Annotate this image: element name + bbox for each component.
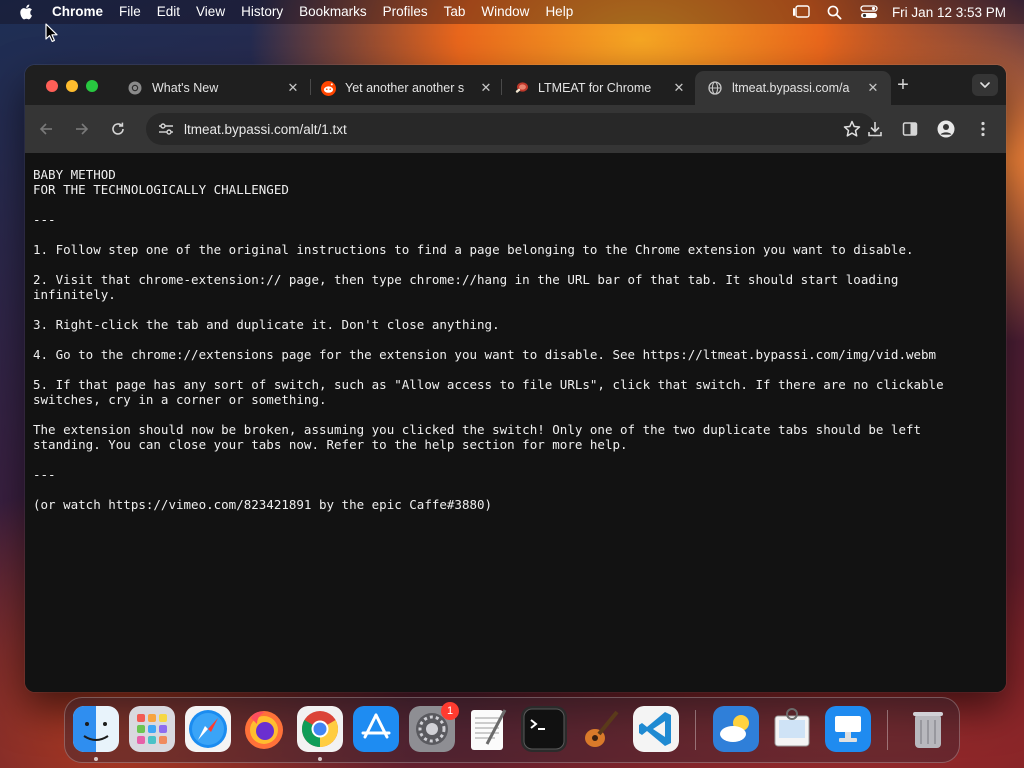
running-indicator	[318, 757, 322, 761]
minimize-window-button[interactable]	[66, 80, 78, 92]
dock-firefox[interactable]	[241, 706, 287, 752]
dock-textedit[interactable]	[465, 706, 511, 752]
menubar-clock[interactable]: Fri Jan 12 3:53 PM	[886, 5, 1024, 20]
spotlight-search-icon[interactable]	[818, 0, 852, 24]
control-center-icon[interactable]	[852, 0, 886, 24]
menu-edit[interactable]: Edit	[149, 0, 188, 24]
menu-tab[interactable]: Tab	[436, 0, 474, 24]
menu-help[interactable]: Help	[537, 0, 581, 24]
tab-title: ltmeat.bypassi.com/a	[732, 81, 850, 95]
menu-history[interactable]: History	[233, 0, 291, 24]
more-vertical-icon	[981, 121, 985, 137]
close-window-button[interactable]	[46, 80, 58, 92]
zoom-window-button[interactable]	[86, 80, 98, 92]
notification-badge: 1	[441, 702, 459, 720]
menu-file[interactable]: File	[111, 0, 149, 24]
reload-icon	[112, 122, 124, 135]
dock-trash[interactable]	[905, 706, 951, 752]
address-bar[interactable]: ltmeat.bypassi.com/alt/1.txt	[146, 113, 875, 145]
tab-title: LTMEAT for Chrome	[538, 81, 652, 95]
dock-weather[interactable]	[713, 706, 759, 752]
app-store-icon	[353, 706, 399, 752]
back-button[interactable]	[36, 119, 56, 139]
tab-search-button[interactable]	[972, 74, 998, 96]
apple-menu-icon[interactable]	[0, 0, 52, 24]
menu-profiles[interactable]: Profiles	[375, 0, 436, 24]
profile-button[interactable]	[936, 119, 956, 139]
menu-bar: Chrome File Edit View History Bookmarks …	[0, 0, 1024, 24]
menu-bookmarks[interactable]: Bookmarks	[291, 0, 375, 24]
dock: 1	[64, 697, 960, 763]
dock-separator	[887, 710, 888, 750]
firefox-icon	[245, 711, 283, 749]
profile-avatar-icon	[937, 120, 955, 138]
close-tab-icon[interactable]: ✕	[285, 80, 301, 96]
launchpad-icon	[129, 706, 175, 752]
dock-preview[interactable]	[769, 706, 815, 752]
weather-icon	[713, 706, 759, 752]
vscode-icon	[633, 706, 679, 752]
stage-manager-icon[interactable]	[784, 0, 818, 24]
dock-terminal[interactable]	[521, 706, 567, 752]
chevron-down-icon	[980, 81, 990, 88]
arrow-right-icon	[76, 123, 89, 135]
tab-title: Yet another another s	[345, 81, 465, 95]
chrome-icon	[297, 706, 343, 752]
new-tab-button[interactable]: +	[893, 75, 913, 95]
tab-title: What's New	[152, 81, 219, 95]
reddit-icon	[320, 80, 336, 96]
keynote-icon	[825, 706, 871, 752]
dock-app-store[interactable]	[353, 706, 399, 752]
trash-icon	[913, 712, 943, 748]
tab-reddit[interactable]: Yet another another s ✕	[308, 71, 504, 105]
tab-ltmeat-for-chrome[interactable]: LTMEAT for Chrome ✕	[501, 71, 697, 105]
close-tab-icon[interactable]: ✕	[865, 80, 881, 96]
menu-app-name[interactable]: Chrome	[52, 0, 111, 24]
close-tab-icon[interactable]: ✕	[671, 80, 687, 96]
arrow-left-icon	[39, 123, 52, 135]
reload-button[interactable]	[108, 119, 128, 139]
tab-ltmeat-alt-txt[interactable]: ltmeat.bypassi.com/a ✕	[695, 71, 891, 105]
dock-garageband[interactable]	[577, 706, 623, 752]
browser-toolbar: ltmeat.bypassi.com/alt/1.txt	[25, 105, 1006, 153]
textedit-icon	[471, 709, 507, 750]
menu-view[interactable]: View	[188, 0, 233, 24]
url-text[interactable]: ltmeat.bypassi.com/alt/1.txt	[184, 122, 347, 137]
menu-window[interactable]: Window	[473, 0, 537, 24]
chrome-window: What's New ✕ Yet another another s ✕ LTM…	[25, 65, 1006, 692]
dock-finder[interactable]	[73, 706, 119, 752]
meat-icon	[513, 80, 529, 96]
dock-launchpad[interactable]	[129, 706, 175, 752]
safari-icon	[185, 706, 231, 752]
garageband-guitar-icon	[585, 710, 619, 747]
downloads-button[interactable]	[865, 119, 885, 139]
tab-whats-new[interactable]: What's New ✕	[115, 71, 311, 105]
download-icon	[868, 122, 882, 137]
site-info-icon[interactable]	[155, 118, 177, 140]
dock-visual-studio-code[interactable]	[633, 706, 679, 752]
forward-button[interactable]	[72, 119, 92, 139]
mouse-pointer-icon	[45, 23, 58, 42]
bookmark-star-icon[interactable]	[843, 120, 861, 138]
preview-icon	[774, 708, 810, 747]
close-tab-icon[interactable]: ✕	[478, 80, 494, 96]
globe-icon	[707, 80, 723, 96]
side-panel-icon	[902, 122, 918, 136]
dock-separator	[695, 710, 696, 750]
finder-icon	[73, 706, 119, 752]
running-indicator	[94, 757, 98, 761]
side-panel-button[interactable]	[900, 119, 920, 139]
dock-safari[interactable]	[185, 706, 231, 752]
page-content: BABY METHOD FOR THE TECHNOLOGICALLY CHAL…	[25, 153, 1006, 692]
dock-google-chrome[interactable]	[297, 706, 343, 752]
terminal-icon	[521, 706, 567, 752]
tab-strip: What's New ✕ Yet another another s ✕ LTM…	[25, 65, 1006, 105]
dock-keynote[interactable]	[825, 706, 871, 752]
chrome-logo-icon	[127, 80, 143, 96]
plain-text-document: BABY METHOD FOR THE TECHNOLOGICALLY CHAL…	[33, 167, 944, 512]
chrome-menu-button[interactable]	[973, 119, 993, 139]
